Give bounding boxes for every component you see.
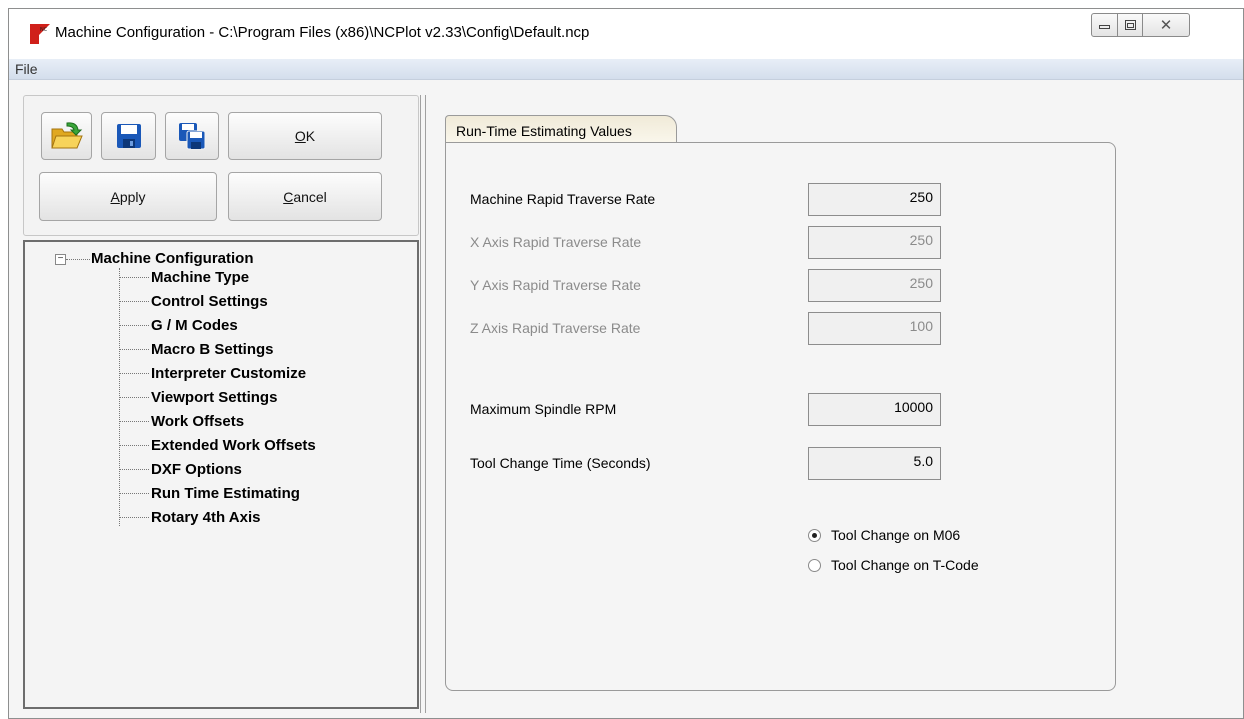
ncplot-app-icon: NC [30,24,50,44]
machine-rapid-traverse-label: Machine Rapid Traverse Rate [470,191,656,207]
tree-item-macro-b-settings[interactable]: Macro B Settings [119,339,274,359]
window-title: Machine Configuration - C:\Program Files… [55,24,590,41]
tool-change-tcode-radio[interactable]: Tool Change on T-Code [808,557,979,573]
radio-selected-icon [808,528,821,542]
minimize-icon [1099,25,1110,29]
run-time-estimating-panel: Machine Rapid Traverse Rate 250 X Axis R… [445,142,1116,691]
tree-item-control-settings[interactable]: Control Settings [119,291,268,311]
save-as-disks-icon [179,123,206,150]
tree-item-label: Extended Work Offsets [151,436,316,454]
menu-bar: File [9,59,1243,80]
collapse-minus-icon[interactable]: − [55,254,66,265]
tree-item-extended-work-offsets[interactable]: Extended Work Offsets [119,435,316,455]
tree-item-viewport-settings[interactable]: Viewport Settings [119,387,277,407]
save-as-button[interactable] [165,112,219,160]
y-axis-rapid-traverse-input: 250 [808,269,941,302]
x-axis-rapid-traverse-input: 250 [808,226,941,259]
y-axis-rapid-traverse-label: Y Axis Rapid Traverse Rate [470,277,641,293]
ok-button[interactable]: OK [228,112,382,160]
minimize-button[interactable] [1091,13,1118,37]
tool-change-m06-radio[interactable]: Tool Change on M06 [808,527,960,543]
apply-button-label: Apply [110,188,146,205]
ok-button-label: OK [294,128,316,144]
cancel-button[interactable]: Cancel [228,172,382,221]
tool-change-time-label: Tool Change Time (Seconds) [470,455,651,471]
tree-item-label: G / M Codes [151,316,238,334]
tree-item-label: Control Settings [151,292,268,310]
tree-item-run-time-estimating[interactable]: Run Time Estimating [119,483,300,503]
tool-change-time-input[interactable]: 5.0 [808,447,941,480]
z-axis-rapid-traverse-label: Z Axis Rapid Traverse Rate [470,320,641,336]
tool-change-tcode-label: Tool Change on T-Code [831,557,979,573]
machine-configuration-window: NC Machine Configuration - C:\Program Fi… [8,8,1244,719]
max-spindle-rpm-label: Maximum Spindle RPM [470,401,617,417]
tree-item-gm-codes[interactable]: G / M Codes [119,315,238,335]
tree-item-work-offsets[interactable]: Work Offsets [119,411,244,431]
open-config-button[interactable] [41,112,92,160]
title-bar: NC Machine Configuration - C:\Program Fi… [9,9,1243,59]
x-axis-rapid-traverse-label: X Axis Rapid Traverse Rate [470,234,642,250]
tree-item-label: Interpreter Customize [151,364,307,382]
tree-item-dxf-options[interactable]: DXF Options [119,459,242,479]
apply-button[interactable]: Apply [39,172,217,221]
tool-change-m06-label: Tool Change on M06 [831,527,961,543]
max-spindle-rpm-input[interactable]: 10000 [808,393,941,426]
tree-item-machine-type[interactable]: Machine Type [119,267,249,287]
app-icon-text: NC [40,27,48,33]
save-disk-icon [116,124,141,148]
tree-item-label: Run Time Estimating [151,484,300,502]
machine-rapid-traverse-input[interactable]: 250 [808,183,941,216]
folder-open-icon [50,122,83,149]
tree-item-rotary-4th-axis[interactable]: Rotary 4th Axis [119,507,260,527]
tree-item-interpreter-customize[interactable]: Interpreter Customize [119,363,306,383]
close-icon: ✕ [1159,17,1173,34]
radio-unselected-icon [808,558,821,572]
tree-item-label: Machine Type [151,268,250,286]
button-group: OK Apply Cancel [23,95,419,236]
maximize-button[interactable] [1117,13,1143,37]
tree-connector [66,259,90,260]
tree-item-label: Rotary 4th Axis [151,508,261,526]
left-panel: OK Apply Cancel − Machine Configuration … [23,95,419,709]
tree-item-label: Work Offsets [151,412,245,430]
tree-root-machine-configuration[interactable]: Machine Configuration [91,250,254,267]
tree-item-label: Viewport Settings [151,388,278,406]
cancel-button-label: Cancel [283,188,327,205]
z-axis-rapid-traverse-input: 100 [808,312,941,345]
tree-item-label: Macro B Settings [151,340,274,358]
maximize-icon [1124,20,1136,30]
close-button[interactable]: ✕ [1142,13,1190,37]
tree-item-label: DXF Options [151,460,242,478]
save-button[interactable] [101,112,156,160]
menu-file[interactable]: File [15,61,38,77]
config-tree: − Machine Configuration Machine Type Con… [23,240,419,709]
panel-splitter[interactable] [420,95,426,713]
